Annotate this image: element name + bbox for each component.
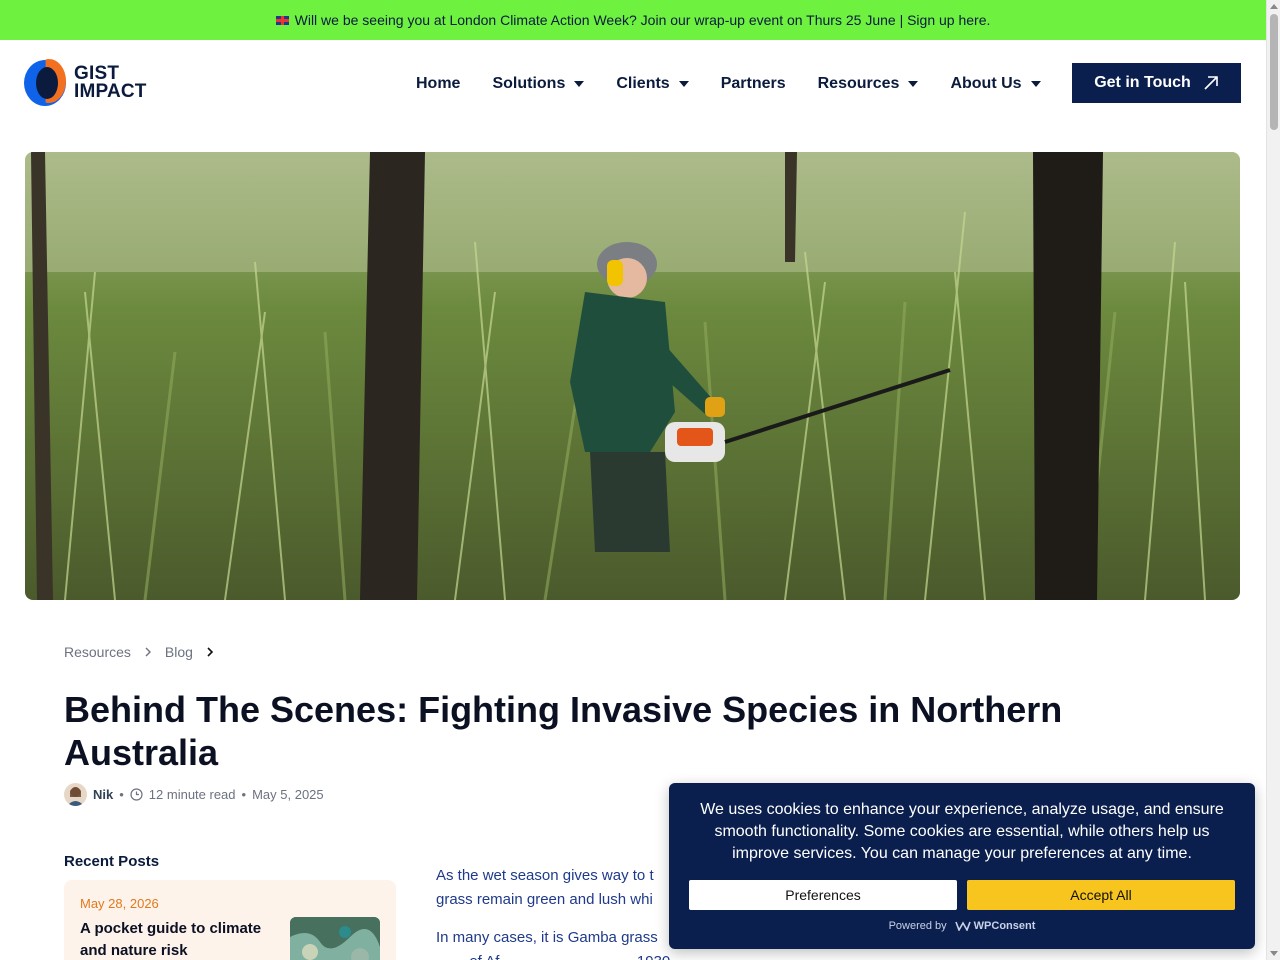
powered-by-label: Powered by	[888, 920, 947, 932]
nav-about-us[interactable]: About Us	[950, 75, 1041, 93]
nav-clients[interactable]: Clients	[616, 75, 689, 93]
main-nav: Home Solutions Clients Partners Resource…	[416, 40, 1073, 128]
avatar	[64, 783, 87, 806]
wpconsent-icon	[954, 921, 971, 931]
article-meta: Nik • 12 minute read • May 5, 2025	[64, 783, 324, 806]
preferences-button[interactable]: Preferences	[689, 880, 957, 910]
uk-flag-icon	[275, 15, 289, 25]
caret-down-icon	[678, 81, 689, 87]
post-date: May 28, 2026	[80, 896, 159, 911]
scrollbar-thumb[interactable]	[1270, 14, 1278, 130]
page-scrollbar[interactable]	[1266, 0, 1280, 960]
post-thumbnail[interactable]	[290, 917, 380, 960]
caret-down-icon	[1030, 81, 1041, 87]
clock-icon	[130, 788, 143, 801]
logo[interactable]: GIST IMPACT	[24, 59, 147, 107]
breadcrumb-blog[interactable]: Blog	[165, 644, 193, 660]
powered-by[interactable]: Powered by WPConsent	[669, 920, 1255, 932]
arrow-up-right-icon	[1204, 76, 1218, 90]
scroll-up-arrow-icon[interactable]	[1270, 4, 1278, 9]
announcement-bar[interactable]: Will we be seeing you at London Climate …	[0, 0, 1266, 40]
accept-all-button[interactable]: Accept All	[967, 880, 1235, 910]
wpconsent-logo: WPConsent	[954, 920, 1035, 932]
nav-home[interactable]: Home	[416, 75, 460, 93]
cookie-banner: We uses cookies to enhance your experien…	[669, 783, 1255, 949]
nav-partners[interactable]: Partners	[721, 75, 786, 93]
recent-posts-heading: Recent Posts	[64, 853, 160, 870]
read-time: 12 minute read	[148, 787, 236, 802]
logo-mark-icon	[24, 59, 66, 107]
paragraph-line: ... ... of Af ... ... ... ... ... ... ..…	[436, 950, 1236, 960]
announcement-text[interactable]: Will we be seeing you at London Climate …	[295, 12, 991, 28]
scroll-down-arrow-icon[interactable]	[1270, 951, 1278, 956]
publish-date: May 5, 2025	[252, 787, 324, 802]
recent-post-card[interactable]: May 28, 2026 A pocket guide to climate a…	[64, 880, 396, 960]
chevron-right-icon	[207, 647, 214, 657]
post-title[interactable]: A pocket guide to climate and nature ris…	[80, 918, 270, 960]
cookie-message: We uses cookies to enhance your experien…	[700, 801, 1224, 862]
separator-dot: •	[119, 787, 124, 802]
hero-image	[25, 152, 1240, 600]
page-title: Behind The Scenes: Fighting Invasive Spe…	[64, 689, 1063, 773]
site-header: GIST IMPACT Home Solutions Clients Partn…	[0, 40, 1266, 128]
nav-solutions[interactable]: Solutions	[492, 75, 585, 93]
breadcrumb: Resources Blog	[64, 644, 227, 660]
breadcrumb-resources[interactable]: Resources	[64, 644, 131, 660]
get-in-touch-button[interactable]: Get in Touch	[1072, 63, 1241, 103]
author-name[interactable]: Nik	[93, 787, 113, 802]
caret-down-icon	[908, 81, 919, 87]
nav-resources[interactable]: Resources	[818, 75, 919, 93]
separator-dot: •	[241, 787, 247, 802]
chevron-right-icon	[145, 647, 151, 657]
caret-down-icon	[574, 81, 585, 87]
logo-text: GIST IMPACT	[74, 63, 147, 102]
